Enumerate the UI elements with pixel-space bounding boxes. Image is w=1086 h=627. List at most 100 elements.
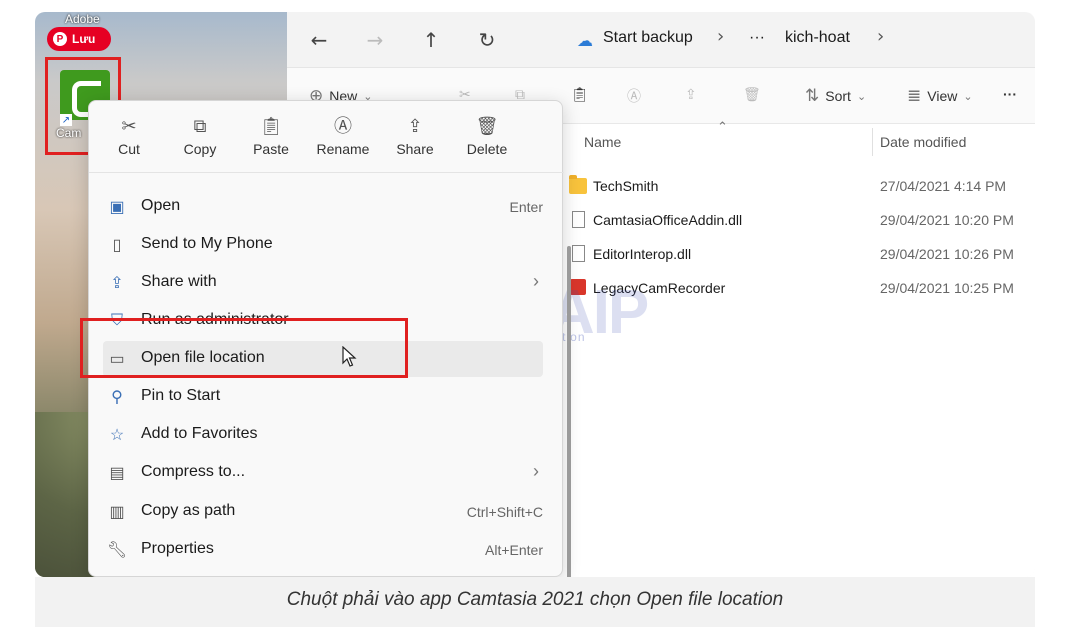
- pinterest-save-button[interactable]: P Lưu: [47, 27, 111, 51]
- share-toolbar-icon[interactable]: ⇪: [685, 86, 697, 103]
- copy-icon: ⧉: [193, 116, 207, 136]
- caption-band: Chuột phải vào app Camtasia 2021 chọn Op…: [35, 577, 1035, 627]
- column-header-name[interactable]: Name: [584, 134, 621, 150]
- file-date: 29/04/2021 10:26 PM: [880, 246, 1014, 262]
- up-arrow-icon[interactable]: ↑: [417, 26, 445, 54]
- column-header-date[interactable]: Date modified: [880, 134, 966, 150]
- menu-item-accelerator: Ctrl+Shift+C: [466, 504, 543, 520]
- menu-item-pin-to-start[interactable]: ⚲ Pin to Start: [103, 379, 543, 415]
- open-icon: ▣: [109, 199, 125, 216]
- paste-button[interactable]: 📋︎ Paste: [239, 113, 303, 157]
- rename-button[interactable]: Ⓐ Rename: [311, 113, 375, 157]
- paste-icon: 📋︎: [259, 116, 283, 136]
- menu-item-send-to-phone[interactable]: ▯ Send to My Phone: [103, 227, 543, 263]
- refresh-icon[interactable]: ↻: [473, 26, 501, 54]
- app-icon-label: Cam: [56, 126, 82, 140]
- share-label: Share: [396, 141, 434, 157]
- delete-label: Delete: [466, 141, 508, 157]
- rename-icon: Ⓐ: [334, 116, 352, 136]
- submenu-chevron-icon: ›: [533, 271, 539, 291]
- menu-item-label: Open: [141, 197, 181, 214]
- pin-icon: ⚲: [111, 389, 123, 406]
- menu-item-label: Properties: [141, 540, 214, 557]
- share-with-icon: ⇪: [110, 275, 124, 292]
- file-name: EditorInterop.dll: [593, 246, 692, 262]
- delete-toolbar-icon[interactable]: 🗑︎: [743, 86, 761, 103]
- address-bar: ← → ↑ ↻ ☁ Start backup › ··· kich-hoat ›: [287, 12, 1035, 68]
- breadcrumb-chevron-icon: ›: [717, 26, 725, 47]
- back-arrow-icon[interactable]: ←: [305, 26, 333, 54]
- menu-item-label: Pin to Start: [141, 387, 221, 404]
- context-quick-actions: ✂ Cut ⧉ Copy 📋︎ Paste Ⓐ Rename ⇪ Share 🗑…: [89, 101, 564, 173]
- file-date: 29/04/2021 10:20 PM: [880, 212, 1014, 228]
- rename-toolbar-icon[interactable]: Ⓐ: [627, 86, 641, 106]
- pinterest-icon: P: [53, 32, 67, 46]
- menu-item-properties[interactable]: 🔧︎ Properties Alt+Enter: [103, 532, 543, 568]
- breadcrumb-start-backup[interactable]: Start backup: [603, 29, 693, 47]
- breadcrumb-ellipsis[interactable]: ···: [749, 29, 765, 47]
- sort-label: Sort: [825, 88, 851, 104]
- menu-item-label: Compress to...: [141, 463, 246, 480]
- mouse-cursor-icon: [342, 346, 357, 367]
- breadcrumb-kich-hoat[interactable]: kich-hoat: [785, 29, 850, 47]
- chevron-down-icon: ⌄: [963, 90, 973, 103]
- backup-cloud-icon: ☁: [577, 30, 593, 50]
- cut-label: Cut: [118, 141, 140, 157]
- menu-item-accelerator: Enter: [509, 199, 543, 215]
- menu-item-share-with[interactable]: ⇪ Share with ›: [103, 265, 543, 301]
- star-icon: ☆: [109, 427, 125, 444]
- phone-icon: ▯: [112, 237, 122, 254]
- menu-item-compress-to[interactable]: ▤ Compress to... ›: [103, 455, 543, 491]
- file-date: 27/04/2021 4:14 PM: [880, 178, 1007, 194]
- share-icon: ⇪: [407, 116, 423, 136]
- view-label: View: [927, 88, 958, 104]
- submenu-chevron-icon: ›: [533, 461, 539, 481]
- share-button[interactable]: ⇪ Share: [383, 113, 447, 157]
- copy-label: Copy: [183, 141, 217, 157]
- cut-button[interactable]: ✂ Cut: [97, 113, 161, 157]
- menu-item-label: Add to Favorites: [141, 425, 258, 442]
- chevron-down-icon: ⌄: [856, 90, 867, 103]
- trash-icon: 🗑︎: [475, 116, 499, 136]
- path-icon: ▥: [109, 504, 125, 521]
- more-options-button[interactable]: ···: [1003, 86, 1017, 102]
- file-name: CamtasiaOfficeAddin.dll: [593, 212, 743, 228]
- menu-item-label: Copy as path: [141, 502, 236, 519]
- sort-icon: ⇅: [805, 86, 820, 105]
- shortcut-arrow-icon: ↗: [60, 114, 72, 126]
- menu-item-open[interactable]: ▣ Open Enter: [103, 189, 543, 225]
- menu-item-copy-as-path[interactable]: ▥ Copy as path Ctrl+Shift+C: [103, 494, 543, 530]
- forward-arrow-icon[interactable]: →: [361, 26, 389, 54]
- view-button[interactable]: ≣ View ⌄: [907, 86, 973, 106]
- copy-button[interactable]: ⧉ Copy: [168, 113, 232, 157]
- figure-caption: Chuột phải vào app Camtasia 2021 chọn Op…: [286, 589, 784, 610]
- file-row[interactable]: TechSmith 27/04/2021 4:14 PM: [567, 172, 1027, 202]
- open-file-location-highlight: [80, 318, 408, 378]
- sort-button[interactable]: ⇅ Sort ⌄: [805, 86, 866, 106]
- paste-toolbar-icon[interactable]: 📋︎: [571, 86, 589, 103]
- menu-scrollbar[interactable]: [567, 246, 571, 577]
- wrench-icon: 🔧︎: [106, 542, 128, 559]
- file-date: 29/04/2021 10:25 PM: [880, 280, 1014, 296]
- dll-file-icon: [572, 245, 585, 262]
- breadcrumb-chevron-icon: ›: [877, 26, 885, 47]
- paste-label: Paste: [253, 141, 289, 157]
- file-row[interactable]: EditorInterop.dll 29/04/2021 10:26 PM: [567, 240, 1027, 270]
- zip-icon: ▤: [109, 465, 125, 482]
- sort-caret-icon: ⌃: [717, 120, 728, 135]
- scissors-icon: ✂: [121, 116, 137, 136]
- delete-button[interactable]: 🗑︎ Delete: [455, 113, 519, 157]
- rename-label: Rename: [316, 141, 370, 157]
- adobe-desktop-label: Adobe: [65, 12, 100, 26]
- file-row[interactable]: CamtasiaOfficeAddin.dll 29/04/2021 10:20…: [567, 206, 1027, 236]
- pinterest-save-label: Lưu: [72, 32, 96, 46]
- menu-item-add-to-favorites[interactable]: ☆ Add to Favorites: [103, 417, 543, 453]
- menu-item-accelerator: Alt+Enter: [485, 542, 543, 558]
- dll-file-icon: [572, 211, 585, 228]
- view-list-icon: ≣: [907, 86, 922, 105]
- column-divider[interactable]: [872, 128, 873, 156]
- file-name: TechSmith: [593, 178, 659, 194]
- screenshot-figure: Adobe P Lưu ↗ Cam ← → ↑ ↻ ☁ Start backup…: [35, 12, 1035, 577]
- folder-icon: [569, 175, 587, 194]
- menu-item-label: Share with: [141, 273, 217, 290]
